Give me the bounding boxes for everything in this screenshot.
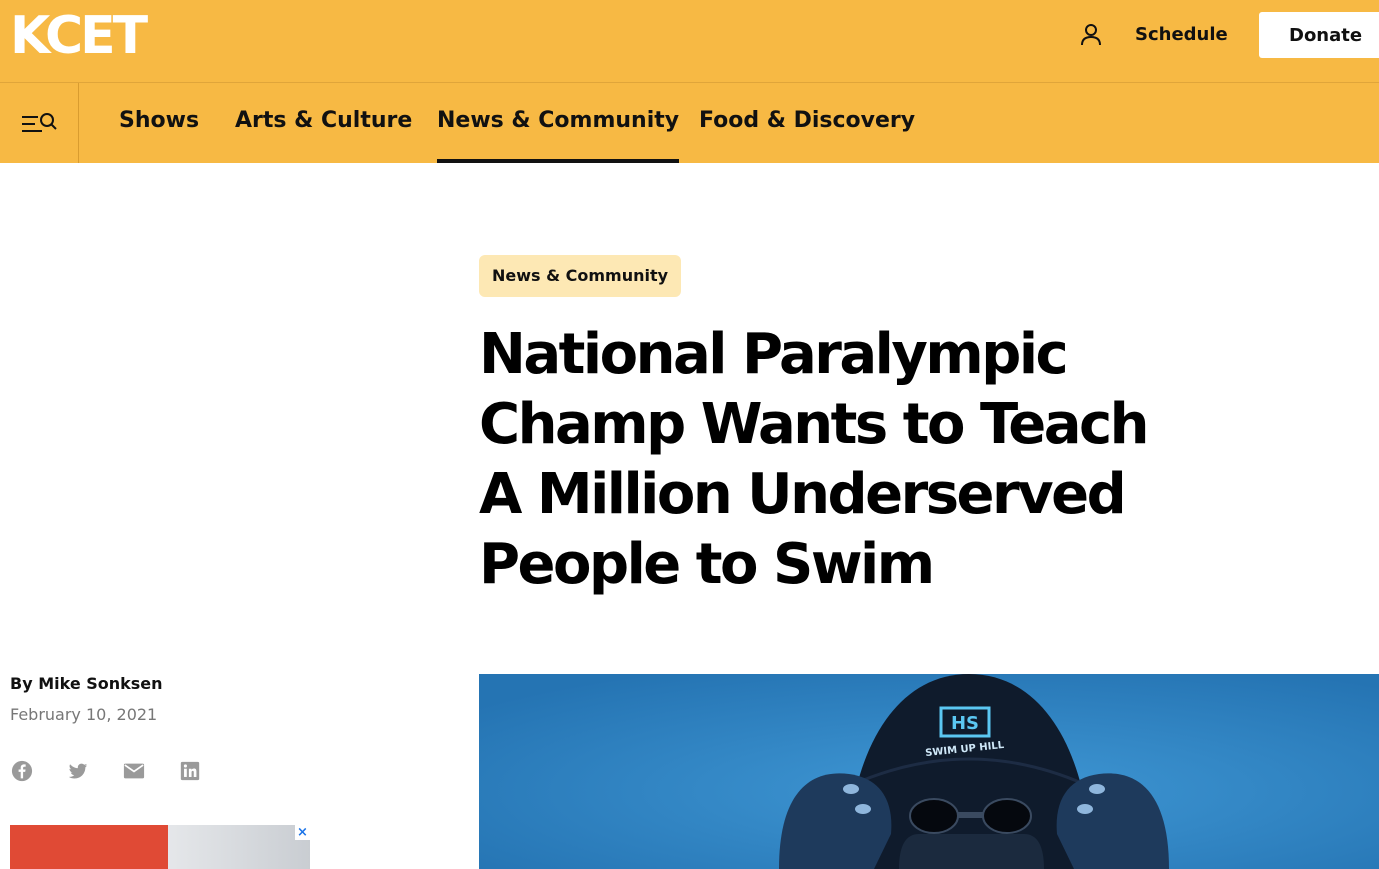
main-nav: Shows Arts & Culture News & Community Fo…: [0, 83, 1379, 163]
twitter-icon[interactable]: [66, 760, 90, 782]
nav-shows[interactable]: Shows: [119, 105, 199, 163]
account-icon[interactable]: [1080, 23, 1102, 47]
advertisement[interactable]: ×: [10, 825, 310, 869]
email-icon[interactable]: [122, 760, 146, 782]
nav-food-discovery[interactable]: Food & Discovery: [699, 105, 915, 163]
swimmer-illustration: HS SWIM UP HILL: [479, 674, 1379, 869]
facebook-icon[interactable]: [10, 760, 34, 782]
publish-date: February 10, 2021: [10, 705, 158, 724]
kcet-logo[interactable]: KCET: [10, 8, 148, 64]
schedule-link[interactable]: Schedule: [1135, 24, 1228, 46]
svg-text:HS: HS: [951, 713, 979, 734]
menu-search-button[interactable]: [0, 83, 79, 163]
ad-close-icon[interactable]: ×: [295, 825, 310, 840]
article-headline: National Paralympic Champ Wants to Teach…: [479, 322, 1150, 597]
author-byline[interactable]: By Mike Sonksen: [10, 673, 163, 695]
menu-search-icon: [22, 113, 57, 132]
linkedin-icon[interactable]: [178, 760, 202, 782]
nav-arts-culture[interactable]: Arts & Culture: [235, 105, 412, 163]
hero-image: HS SWIM UP HILL: [479, 674, 1379, 869]
donate-button[interactable]: Donate: [1259, 12, 1379, 58]
top-header: KCET Schedule Donate: [0, 0, 1379, 83]
category-tag[interactable]: News & Community: [479, 255, 682, 297]
nav-news-community[interactable]: News & Community: [437, 105, 680, 163]
